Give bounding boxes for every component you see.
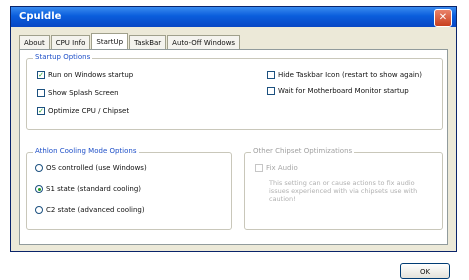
s1-state-option[interactable]: S1 state (standard cooling): [35, 185, 141, 193]
optimize-cpu-label: Optimize CPU / Chipset: [48, 107, 130, 115]
startup-panel: Startup Options ✓ Run on Windows startup…: [19, 49, 450, 279]
optimize-cpu-option[interactable]: ✓ Optimize CPU / Chipset: [37, 107, 129, 115]
ok-button[interactable]: OK: [400, 263, 450, 279]
run-on-startup-option[interactable]: ✓ Run on Windows startup: [37, 71, 133, 79]
fix-audio-option[interactable]: Fix Audio: [255, 164, 298, 172]
c2-state-option[interactable]: C2 state (advanced cooling): [35, 206, 145, 214]
fix-audio-label: Fix Audio: [266, 164, 298, 172]
run-on-startup-label: Run on Windows startup: [48, 71, 134, 79]
tab-strip: About CPU Info StartUp TaskBar Auto-Off …: [19, 33, 241, 50]
title-bar[interactable]: Cpuldle: [11, 7, 456, 27]
os-controlled-option[interactable]: OS controlled (use Windows): [35, 164, 147, 172]
athlon-cooling-title: Athlon Cooling Mode Options: [33, 147, 139, 155]
tab-startup[interactable]: StartUp: [91, 33, 129, 50]
fix-audio-checkbox[interactable]: [255, 164, 263, 172]
c2-state-label: C2 state (advanced cooling): [46, 206, 145, 214]
startup-options-group: Startup Options ✓ Run on Windows startup…: [26, 53, 443, 130]
os-controlled-label: OS controlled (use Windows): [46, 164, 147, 172]
os-controlled-radio[interactable]: [35, 164, 43, 172]
window-title: Cpuldle: [19, 11, 62, 22]
hide-taskbar-checkbox[interactable]: [267, 71, 275, 79]
show-splash-option[interactable]: Show Splash Screen: [37, 89, 119, 97]
s1-state-radio[interactable]: [35, 185, 43, 193]
chipset-optimizations-group: Other Chipset Optimizations Fix Audio Th…: [244, 147, 443, 230]
tab-taskbar[interactable]: TaskBar: [129, 35, 167, 50]
chipset-note: This setting can or cause actions to fix…: [269, 179, 418, 203]
close-button[interactable]: ✕: [434, 9, 452, 27]
close-icon: ✕: [438, 12, 448, 23]
tab-about[interactable]: About: [19, 35, 50, 50]
hide-taskbar-option[interactable]: Hide Taskbar Icon (restart to show again…: [267, 71, 422, 79]
s1-state-label: S1 state (standard cooling): [46, 185, 141, 193]
athlon-cooling-group: Athlon Cooling Mode Options OS controlle…: [26, 147, 232, 230]
show-splash-checkbox[interactable]: [37, 89, 45, 97]
wait-mbm-checkbox[interactable]: [267, 87, 275, 95]
optimize-cpu-checkbox[interactable]: ✓: [37, 107, 45, 115]
startup-options-title: Startup Options: [33, 53, 93, 61]
chipset-optimizations-title: Other Chipset Optimizations: [251, 147, 355, 155]
cpuidle-window: Cpuldle ✕ About CPU Info StartUp TaskBar…: [10, 6, 457, 279]
show-splash-label: Show Splash Screen: [48, 89, 119, 97]
wait-mbm-option[interactable]: Wait for Motherboard Monitor startup: [267, 87, 409, 95]
tab-auto-off-windows[interactable]: Auto-Off Windows: [167, 35, 241, 50]
c2-state-radio[interactable]: [35, 206, 43, 214]
tab-cpu-info[interactable]: CPU Info: [50, 35, 91, 50]
wait-mbm-label: Wait for Motherboard Monitor startup: [278, 87, 409, 95]
run-on-startup-checkbox[interactable]: ✓: [37, 71, 45, 79]
hide-taskbar-label: Hide Taskbar Icon (restart to show again…: [278, 71, 422, 79]
